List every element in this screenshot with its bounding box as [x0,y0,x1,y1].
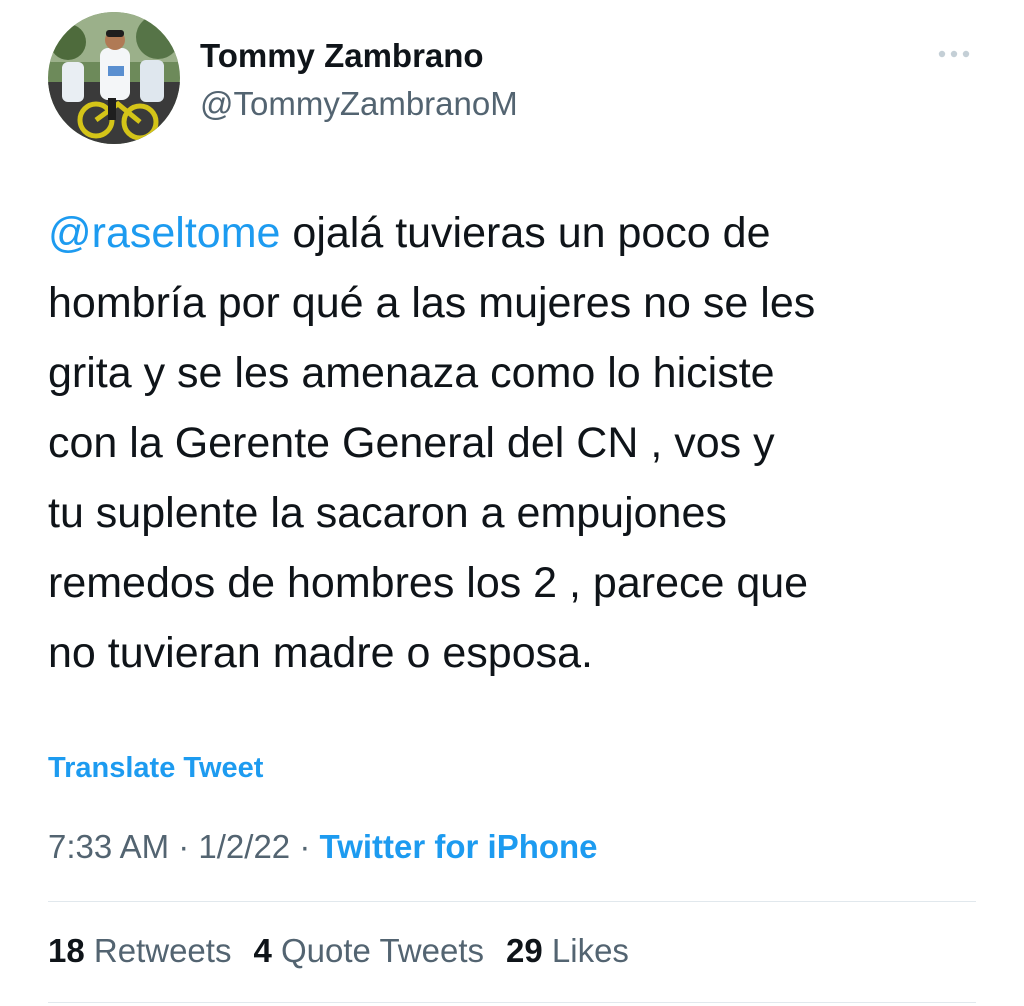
quote-tweets-label: Quote Tweets [271,932,484,969]
tweet-date[interactable]: 1/2/22 [198,828,290,865]
likes-stat[interactable]: 29 Likes [506,930,629,972]
divider [48,1002,976,1003]
author-display-name[interactable]: Tommy Zambrano [200,36,484,76]
tweet-meta: 7:33 AM · 1/2/22 · Twitter for iPhone [48,826,598,868]
tweet-stats: 18 Retweets 4 Quote Tweets 29 Likes [48,930,629,972]
likes-label: Likes [542,932,629,969]
author-handle[interactable]: @TommyZambranoM [200,84,518,124]
quote-tweets-count: 4 [253,932,272,969]
mention-link[interactable]: @raseltome [48,209,280,257]
more-options-button[interactable] [930,38,978,70]
divider [48,901,976,902]
likes-count: 29 [506,932,543,969]
translate-tweet-link[interactable]: Translate Tweet [48,748,263,788]
tweet-time[interactable]: 7:33 AM [48,828,169,865]
avatar-photo [48,12,180,144]
author-avatar[interactable] [48,12,180,144]
meta-separator: · [169,828,199,865]
meta-separator: · [290,828,320,865]
ellipsis-icon [938,50,970,58]
retweets-stat[interactable]: 18 Retweets [48,930,231,972]
tweet-source-link[interactable]: Twitter for iPhone [319,828,597,865]
tweet-body: ojalá tuvieras un poco de hombría por qu… [48,209,816,677]
quote-tweets-stat[interactable]: 4 Quote Tweets [253,930,484,972]
retweets-count: 18 [48,932,85,969]
retweets-label: Retweets [84,932,232,969]
tweet-text: @raseltome ojalá tuvieras un poco de hom… [48,198,988,688]
